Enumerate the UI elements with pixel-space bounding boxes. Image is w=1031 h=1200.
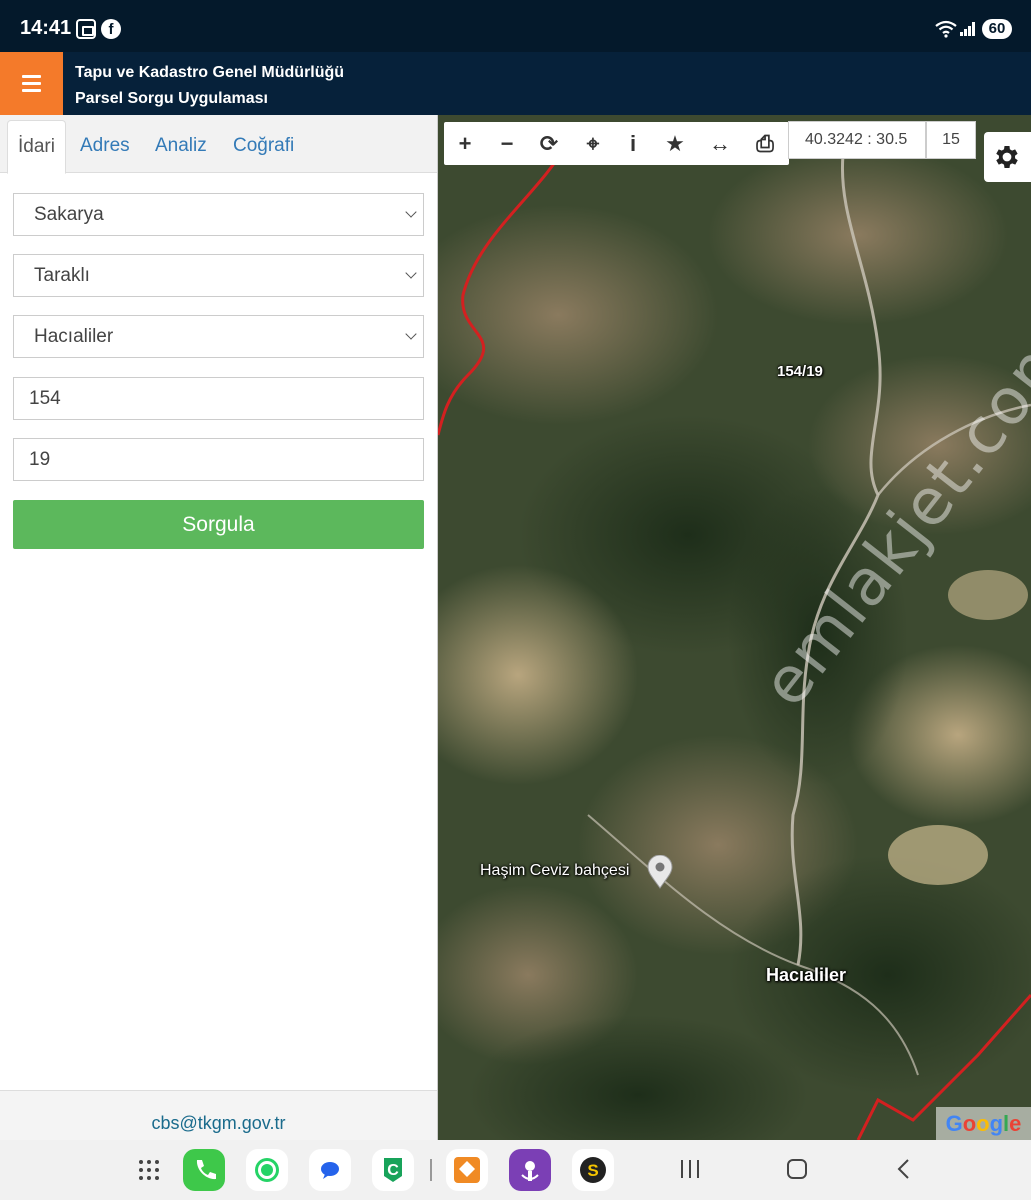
parcel-label: 154/19 (777, 363, 823, 380)
neighborhood-value: Hacıaliler (34, 326, 114, 347)
footer: cbs@tkgm.gov.tr (0, 1090, 437, 1140)
flower-app-icon[interactable] (509, 1149, 551, 1191)
block-value: 154 (29, 388, 61, 409)
district-value: Taraklı (34, 265, 90, 286)
info-icon[interactable]: i (614, 122, 652, 165)
apps-grid-icon[interactable] (138, 1159, 160, 1181)
district-select[interactable]: Taraklı (13, 254, 424, 297)
recents-icon[interactable] (679, 1158, 701, 1180)
s-app-icon[interactable]: S (572, 1149, 614, 1191)
tab-analiz[interactable]: Analiz (145, 120, 217, 174)
province-select[interactable]: Sakarya (13, 193, 424, 236)
status-bar: 14:41 f 60 (0, 0, 1031, 52)
measure-icon[interactable]: ↔ (701, 122, 739, 165)
chevron-down-icon (405, 267, 417, 279)
signal-icon (960, 22, 976, 36)
parcel-value: 19 (29, 449, 51, 470)
svg-text:C: C (387, 1162, 399, 1179)
satellite-imagery (438, 115, 1031, 1140)
gear-icon (996, 146, 1018, 168)
google-attribution: Google (936, 1107, 1031, 1140)
village-label: Hacıaliler (766, 965, 847, 985)
tab-cografi[interactable]: Coğrafi (223, 120, 304, 174)
map-toolbar: + − ⟳ ⌖ i ★ ↔ ⎙ (444, 122, 789, 165)
poi-label: Haşim Ceviz bahçesi (480, 862, 630, 879)
query-button[interactable]: Sorgula (13, 500, 424, 549)
menu-button[interactable] (0, 52, 63, 115)
whatsapp-icon[interactable] (246, 1149, 288, 1191)
app-header: Tapu ve Kadastro Genel Müdürlüğü Parsel … (0, 52, 1031, 115)
query-panel: İdari Adres Analiz Coğrafi Sakarya Tarak… (0, 115, 438, 1140)
location-pin-icon[interactable] (645, 855, 675, 889)
refresh-icon[interactable]: ⟳ (530, 122, 568, 165)
map-view[interactable]: emlakjet.com + − ⟳ ⌖ i ★ ↔ ⎙ 40.3242 : 3… (438, 115, 1031, 1140)
messages-icon[interactable] (309, 1149, 351, 1191)
tab-adres[interactable]: Adres (70, 120, 140, 174)
parcel-input[interactable]: 19 (13, 438, 424, 481)
wifi-icon (935, 20, 957, 38)
facebook-icon: f (101, 19, 121, 39)
sahibinden-icon[interactable] (446, 1149, 488, 1191)
print-icon[interactable]: ⎙ (746, 122, 784, 165)
zoom-in-icon[interactable]: + (446, 122, 484, 165)
zoom-out-icon[interactable]: − (488, 122, 526, 165)
province-value: Sakarya (34, 204, 104, 225)
status-time: 14:41 (20, 17, 72, 39)
header-subtitle: Parsel Sorgu Uygulaması (75, 90, 268, 107)
settings-button[interactable] (984, 132, 1031, 182)
svg-text:S: S (587, 1161, 598, 1180)
favorite-icon[interactable]: ★ (656, 122, 694, 165)
coordinates-display: 40.3242 : 30.5 (788, 121, 926, 159)
tab-bar: İdari Adres Analiz Coğrafi (0, 115, 437, 174)
header-title: Tapu ve Kadastro Genel Müdürlüğü (75, 64, 345, 81)
back-icon[interactable] (893, 1158, 915, 1180)
contact-email-link[interactable]: cbs@tkgm.gov.tr (152, 1113, 286, 1134)
chevron-down-icon (405, 206, 417, 218)
dock-divider (430, 1159, 432, 1181)
tab-idari[interactable]: İdari (7, 120, 66, 174)
neighborhood-select[interactable]: Hacıaliler (13, 315, 424, 358)
phone-icon[interactable] (183, 1149, 225, 1191)
battery-icon: 60 (982, 19, 1012, 39)
hamburger-icon (22, 75, 41, 78)
screenshot-icon (76, 19, 96, 39)
app-root: 14:41 f 60 Tapu ve Kadastro Genel Müdürl… (0, 0, 1031, 1200)
home-icon[interactable] (786, 1158, 808, 1180)
block-input[interactable]: 154 (13, 377, 424, 420)
chevron-down-icon (405, 328, 417, 340)
system-nav-bar: C S (0, 1140, 1031, 1200)
locate-icon[interactable]: ⌖ (574, 122, 612, 165)
zoom-level: 15 (926, 121, 976, 159)
c-app-icon[interactable]: C (372, 1149, 414, 1191)
